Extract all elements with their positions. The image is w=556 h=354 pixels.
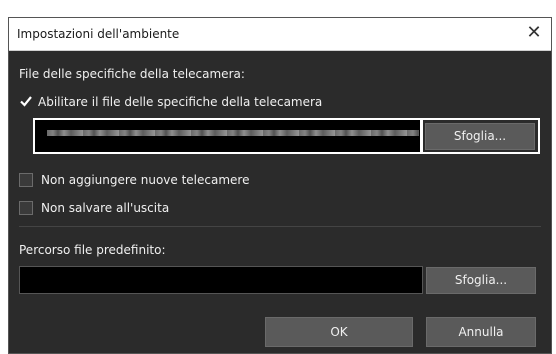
ok-button[interactable]: OK: [265, 317, 413, 347]
camera-spec-browse-button[interactable]: Sfoglia...: [425, 123, 535, 150]
enable-spec-file-label[interactable]: Abilitare il file delle specifiche della…: [38, 95, 322, 109]
default-path-label: Percorso file predefinito:: [19, 243, 166, 257]
no-save-on-exit-label[interactable]: Non salvare all'uscita: [41, 201, 169, 215]
enable-spec-file-checkbox[interactable]: [19, 94, 33, 108]
camera-spec-file-path-field[interactable]: [33, 118, 423, 154]
camera-spec-section-label: File delle specifiche della telecamera:: [19, 67, 245, 81]
cancel-button[interactable]: Annulla: [426, 317, 536, 347]
checkmark-icon: [20, 96, 32, 107]
no-new-cameras-label[interactable]: Non aggiungere nuove telecamere: [41, 173, 249, 187]
title-bar: Impostazioni dell'ambiente ✕: [9, 18, 551, 51]
close-icon[interactable]: ✕: [521, 22, 547, 46]
section-divider: [19, 226, 541, 227]
default-path-field[interactable]: [19, 266, 423, 294]
no-save-on-exit-checkbox[interactable]: [19, 201, 33, 215]
dialog-title: Impostazioni dell'ambiente: [17, 27, 180, 41]
default-path-browse-button[interactable]: Sfoglia...: [426, 267, 536, 294]
no-new-cameras-checkbox[interactable]: [19, 173, 33, 187]
environment-settings-dialog: Impostazioni dell'ambiente ✕ File delle …: [8, 17, 552, 354]
obscured-file-path: [47, 130, 419, 136]
